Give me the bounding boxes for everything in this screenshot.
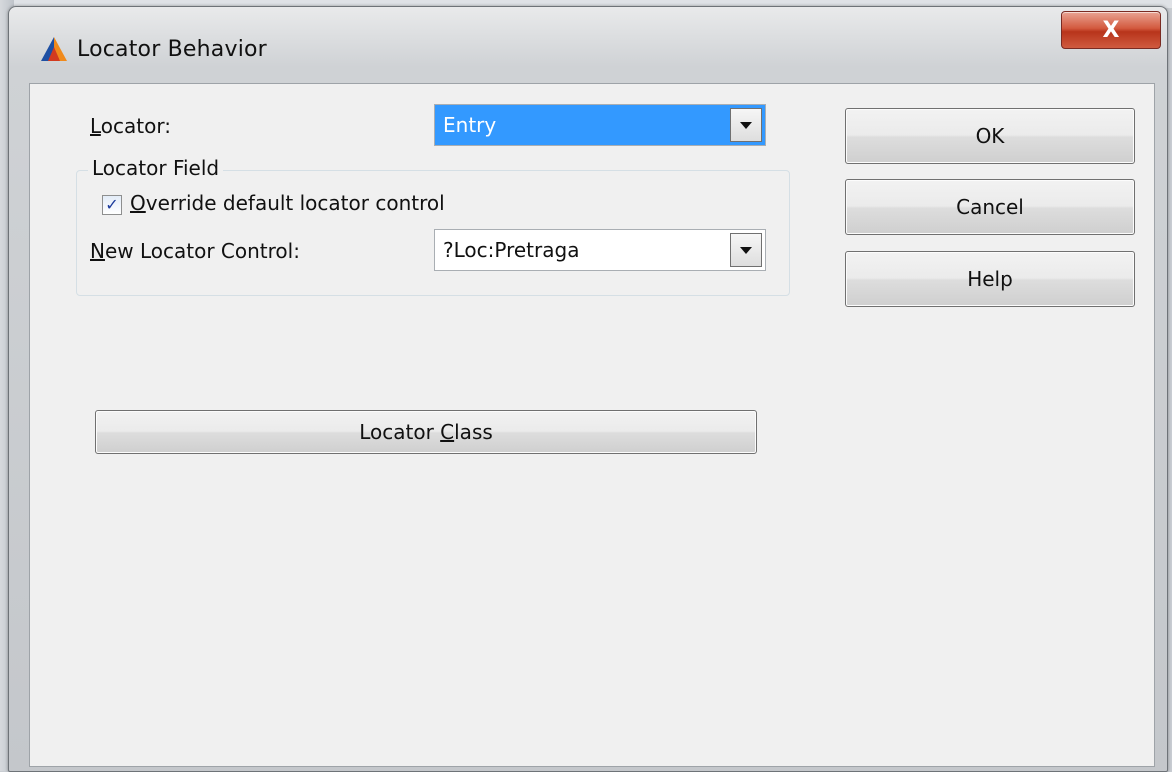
locator-combo[interactable]: Entry <box>434 104 766 146</box>
close-icon: X <box>1102 17 1120 43</box>
cancel-button[interactable]: Cancel <box>845 179 1135 235</box>
chevron-down-icon <box>740 121 752 129</box>
new-locator-control-value: ?Loc:Pretraga <box>443 238 580 262</box>
cancel-button-label: Cancel <box>956 195 1024 219</box>
help-button-label: Help <box>967 267 1013 291</box>
help-button[interactable]: Help <box>845 251 1135 307</box>
close-button[interactable]: X <box>1061 11 1161 49</box>
chevron-down-icon <box>740 246 752 254</box>
new-locator-control-label: New Locator Control: <box>90 239 300 263</box>
locator-field-group-title: Locator Field <box>88 156 224 180</box>
title-bar[interactable]: Locator Behavior X <box>9 7 1167 83</box>
locator-behavior-dialog: Locator Behavior X Locator: Entry Locato… <box>8 6 1168 772</box>
locator-label: Locator: <box>90 114 171 138</box>
locator-combo-value: Entry <box>443 113 497 137</box>
triangle-logo-icon <box>41 37 67 61</box>
locator-dropdown-button[interactable] <box>730 108 762 142</box>
locator-class-button[interactable]: Locator Class <box>95 410 757 454</box>
override-checkbox-label[interactable]: Override default locator control <box>130 191 445 215</box>
dialog-client-area: Locator: Entry Locator Field ✓ Override … <box>29 83 1155 767</box>
window-title: Locator Behavior <box>77 37 267 62</box>
checkmark-icon: ✓ <box>105 195 119 214</box>
override-checkbox[interactable]: ✓ <box>102 195 122 215</box>
ok-button[interactable]: OK <box>845 108 1135 164</box>
new-locator-control-combo[interactable]: ?Loc:Pretraga <box>434 229 766 271</box>
new-locator-control-dropdown-button[interactable] <box>730 233 762 267</box>
ok-button-label: OK <box>975 124 1005 148</box>
locator-class-button-label: Locator Class <box>359 420 493 444</box>
